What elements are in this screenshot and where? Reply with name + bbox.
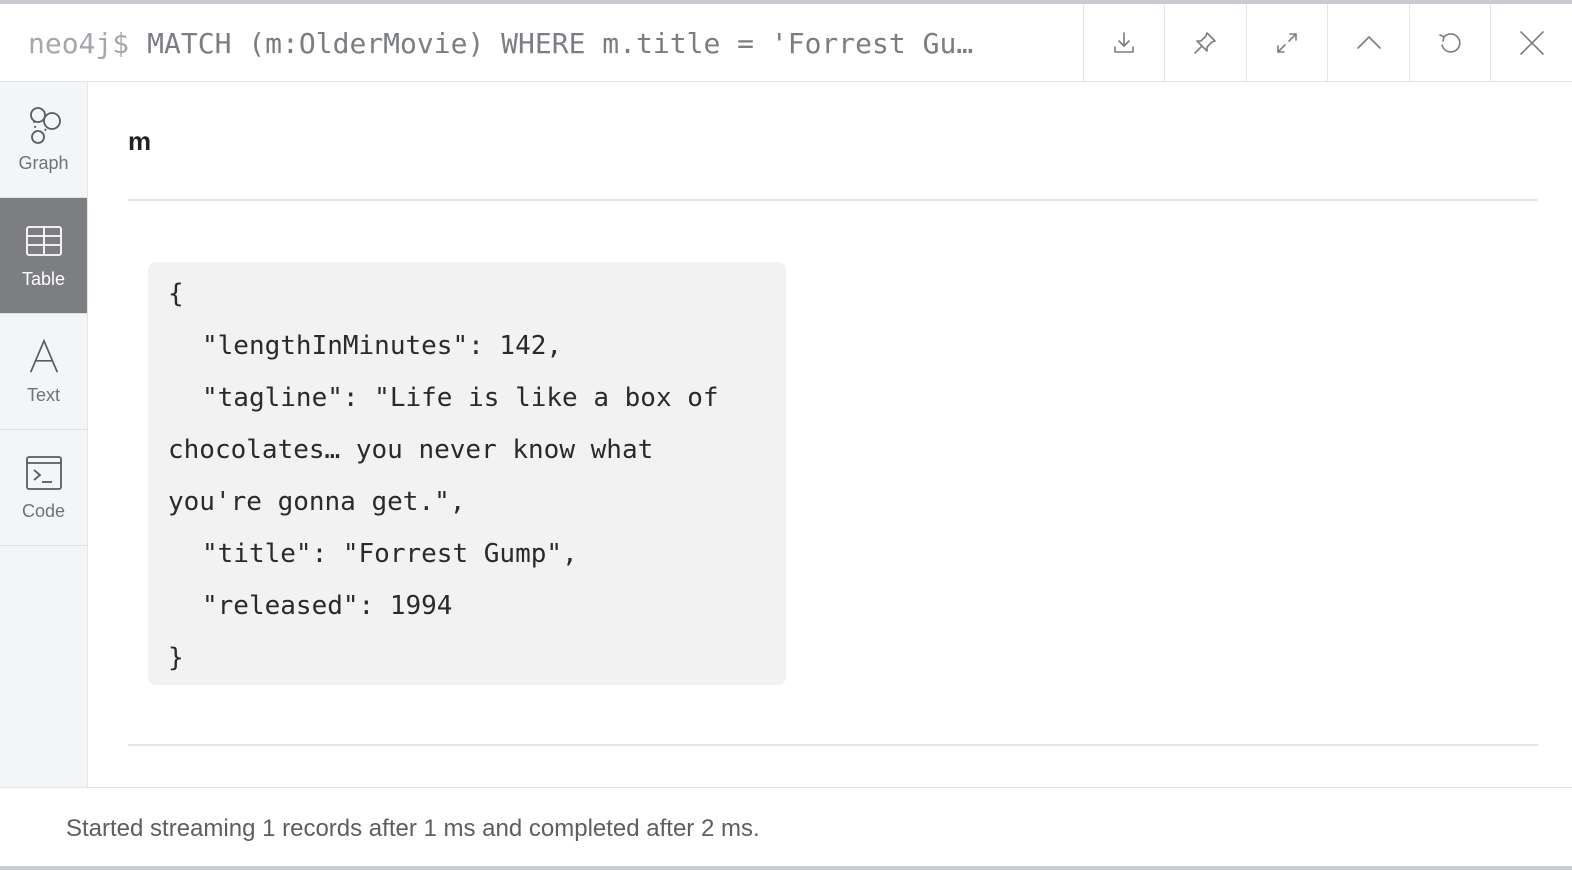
json-tagline-line: "tagline": "Life is like a box of xyxy=(202,383,719,413)
status-text: Started streaming 1 records after 1 ms a… xyxy=(66,815,760,842)
query-editor[interactable]: neo4j$ MATCH (m:OlderMovie) WHERE m.titl… xyxy=(0,4,1083,82)
json-close-brace: } xyxy=(168,643,184,673)
tab-graph-label: Graph xyxy=(18,153,69,173)
json-title-line: "title": "Forrest Gump", xyxy=(202,539,578,569)
download-icon xyxy=(1113,32,1134,53)
status-bar: Started streaming 1 records after 1 ms a… xyxy=(0,787,1572,870)
pin-icon xyxy=(1194,32,1217,54)
frame-header: neo4j$ MATCH (m:OlderMovie) WHERE m.titl… xyxy=(0,4,1572,82)
collapse-button[interactable] xyxy=(1327,4,1409,82)
download-button[interactable] xyxy=(1082,4,1165,82)
json-length-line: "lengthInMinutes": 142, xyxy=(202,331,563,361)
header-divider xyxy=(128,199,1538,201)
expand-icon xyxy=(1277,33,1297,53)
tab-text-label: Text xyxy=(26,385,60,405)
row-divider xyxy=(128,744,1538,746)
graph-icon xyxy=(29,107,61,144)
view-sidebar: Graph Table Text Code xyxy=(0,82,88,787)
tab-code[interactable]: Code xyxy=(0,430,87,546)
rerun-button[interactable] xyxy=(1408,4,1491,82)
collapse-up-icon xyxy=(1356,36,1381,49)
tab-text[interactable]: Text xyxy=(0,314,87,430)
json-open-brace: { xyxy=(168,279,184,309)
code-icon xyxy=(25,456,62,490)
close-icon xyxy=(1519,31,1544,55)
tab-graph[interactable]: Graph xyxy=(0,82,87,198)
fullscreen-button[interactable] xyxy=(1245,4,1328,82)
record-cell: { "lengthInMinutes": 142, "tagline": "Life… xyxy=(148,262,786,685)
tab-table-label: Table xyxy=(21,269,66,289)
result-table: m { "lengthInMinutes": 142, "tagline": "Li… xyxy=(88,82,1572,787)
rerun-icon xyxy=(1439,33,1461,53)
column-header: m xyxy=(128,126,152,156)
close-button[interactable] xyxy=(1490,4,1572,82)
json-released-line: "released": 1994 xyxy=(202,591,453,621)
table-icon xyxy=(25,226,62,256)
tab-table[interactable]: Table xyxy=(0,198,87,314)
json-tagline-cont-line: chocolates… you never know what xyxy=(168,435,654,465)
frame-bottom-border xyxy=(0,866,1572,870)
prompt-label: neo4j$ xyxy=(28,26,130,60)
tab-code-label: Code xyxy=(21,501,66,521)
pin-button[interactable] xyxy=(1164,4,1246,82)
query-text[interactable]: MATCH (m:OlderMovie) WHERE m.title = 'Fo… xyxy=(147,27,973,60)
json-tagline-end-line: you're gonna get.", xyxy=(168,487,466,517)
text-icon xyxy=(29,338,58,373)
